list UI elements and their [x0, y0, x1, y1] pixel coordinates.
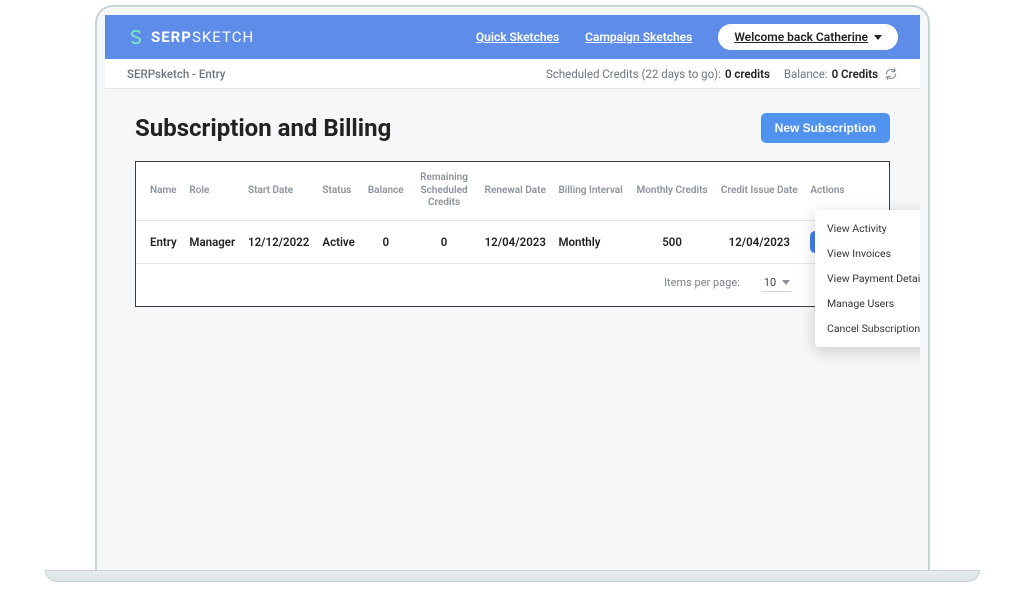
cell-renewal-date: 12/04/2023	[478, 220, 552, 263]
col-monthly-credits: Monthly Credits	[630, 162, 714, 220]
balance-value: 0 Credits	[832, 67, 878, 81]
cell-balance: 0	[361, 220, 410, 263]
top-nav: SERPSKETCH Quick Sketches Campaign Sketc…	[105, 15, 920, 59]
subscriptions-table: Name Role Start Date Status Balance Rema…	[135, 161, 890, 307]
scheduled-credits-label: Scheduled Credits (22 days to go):	[546, 67, 721, 81]
refresh-icon[interactable]	[884, 67, 898, 81]
nav-quick-sketches[interactable]: Quick Sketches	[476, 30, 559, 44]
chevron-down-icon	[874, 35, 882, 40]
cell-monthly-credits: 500	[630, 220, 714, 263]
cell-start-date: 12/12/2022	[242, 220, 316, 263]
app-screen: SERPSKETCH Quick Sketches Campaign Sketc…	[105, 15, 920, 571]
nav-campaign-sketches[interactable]: Campaign Sketches	[585, 30, 692, 44]
items-per-page-select[interactable]: 10	[762, 274, 792, 292]
menu-view-payment-details[interactable]: View Payment Details	[815, 266, 920, 291]
balance-label: Balance:	[784, 67, 828, 81]
page-content: Subscription and Billing New Subscriptio…	[105, 89, 920, 331]
col-start-date: Start Date	[242, 162, 316, 220]
menu-view-invoices[interactable]: View Invoices	[815, 241, 920, 266]
cell-role: Manager	[183, 220, 242, 263]
table-row: Entry Manager 12/12/2022 Active 0 0 12/0…	[136, 220, 889, 263]
user-menu-button[interactable]: Welcome back Catherine	[718, 24, 898, 50]
col-role: Role	[183, 162, 242, 220]
laptop-frame: SERPSKETCH Quick Sketches Campaign Sketc…	[95, 5, 930, 573]
laptop-base	[45, 570, 980, 582]
cell-remaining-credits: 0	[410, 220, 478, 263]
scheduled-credits-value: 0 credits	[725, 67, 770, 81]
welcome-text: Welcome back Catherine	[734, 30, 868, 44]
col-status: Status	[316, 162, 361, 220]
cell-credit-issue-date: 12/04/2023	[714, 220, 804, 263]
brand-text: SERPSKETCH	[151, 28, 254, 46]
col-balance: Balance	[361, 162, 410, 220]
items-per-page-label: Items per page:	[664, 276, 740, 289]
chevron-down-icon	[782, 280, 790, 285]
new-subscription-button[interactable]: New Subscription	[761, 113, 890, 143]
brand-logo[interactable]: SERPSKETCH	[127, 28, 254, 46]
menu-manage-users[interactable]: Manage Users	[815, 291, 920, 316]
cell-name: Entry	[136, 220, 183, 263]
breadcrumb: SERPsketch - Entry	[127, 67, 225, 81]
cell-status: Active	[316, 220, 361, 263]
page-title: Subscription and Billing	[135, 114, 391, 142]
col-renewal-date: Renewal Date	[478, 162, 552, 220]
logo-s-icon	[127, 28, 145, 46]
menu-cancel-subscription[interactable]: Cancel Subscription	[815, 316, 920, 341]
items-per-page-value: 10	[764, 276, 776, 289]
table-header-row: Name Role Start Date Status Balance Rema…	[136, 162, 889, 220]
table-pagination: Items per page: 10 1 – 1 of 1	[136, 264, 889, 306]
menu-view-activity[interactable]: View Activity	[815, 216, 920, 241]
col-credit-issue-date: Credit Issue Date	[714, 162, 804, 220]
cell-billing-interval: Monthly	[552, 220, 629, 263]
col-name: Name	[136, 162, 183, 220]
col-billing-interval: Billing Interval	[552, 162, 629, 220]
col-remaining-credits: Remaining Scheduled Credits	[410, 162, 478, 220]
status-bar: SERPsketch - Entry Scheduled Credits (22…	[105, 59, 920, 89]
actions-dropdown-menu: View Activity View Invoices View Payment…	[815, 210, 920, 347]
